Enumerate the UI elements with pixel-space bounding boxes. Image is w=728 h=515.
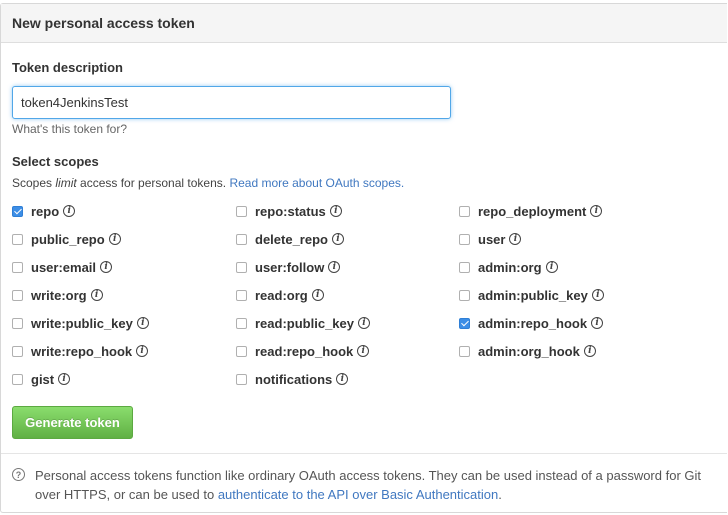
scope-label-gist: gist: [31, 371, 55, 387]
scope-checkbox-write-org[interactable]: [12, 289, 23, 301]
basic-auth-link[interactable]: authenticate to the API over Basic Authe…: [218, 487, 498, 502]
scopes-intro: Scopes limit access for personal tokens.…: [12, 176, 404, 190]
info-icon[interactable]: i: [100, 261, 113, 273]
scope-user-email[interactable]: user:email i: [12, 259, 113, 275]
scope-checkbox-write-public-key[interactable]: [12, 317, 23, 329]
scope-checkbox-write-repo-hook[interactable]: [12, 345, 23, 357]
scope-write-org[interactable]: write:org i: [12, 287, 103, 303]
scopes-intro-text-2: access for personal tokens.: [76, 176, 230, 190]
scope-label-read-repo-hook: read:repo_hook: [255, 343, 354, 359]
scope-delete-repo[interactable]: delete_repo i: [236, 231, 344, 247]
info-icon[interactable]: i: [590, 205, 603, 217]
scope-checkbox-read-public-key[interactable]: [236, 317, 247, 329]
scope-label-delete-repo: delete_repo: [255, 231, 328, 247]
info-icon[interactable]: i: [545, 261, 558, 273]
scope-write-repo-hook[interactable]: write:repo_hook i: [12, 343, 149, 359]
scope-gist[interactable]: gist i: [12, 371, 71, 387]
scope-notifications[interactable]: notifications i: [236, 371, 349, 387]
scope-label-admin-org-hook: admin:org_hook: [478, 343, 580, 359]
scope-public-repo[interactable]: public_repo i: [12, 231, 121, 247]
info-icon[interactable]: i: [328, 261, 341, 273]
scope-user-follow[interactable]: user:follow i: [236, 259, 341, 275]
scope-checkbox-repo[interactable]: [12, 205, 23, 217]
scope-label-notifications: notifications: [255, 371, 333, 387]
scope-checkbox-public-repo[interactable]: [12, 233, 23, 245]
question-circle-icon: ?: [12, 468, 25, 481]
scope-checkbox-admin-repo-hook[interactable]: [459, 317, 470, 329]
scope-checkbox-read-repo-hook[interactable]: [236, 345, 247, 357]
scope-checkbox-repo-status[interactable]: [236, 205, 247, 217]
token-description-label: Token description: [12, 60, 123, 75]
scope-checkbox-user-follow[interactable]: [236, 261, 247, 273]
scope-read-repo-hook[interactable]: read:repo_hook i: [236, 343, 370, 359]
generate-token-button[interactable]: Generate token: [12, 406, 133, 439]
scope-label-admin-repo-hook: admin:repo_hook: [478, 315, 588, 331]
divider: [1, 453, 727, 454]
info-icon[interactable]: i: [509, 233, 522, 245]
scope-label-repo-status: repo:status: [255, 203, 326, 219]
scope-label-user-email: user:email: [31, 259, 97, 275]
scope-checkbox-admin-org[interactable]: [459, 261, 470, 273]
token-description-hint: What's this token for?: [12, 122, 128, 136]
info-icon[interactable]: i: [58, 373, 71, 385]
scope-repo[interactable]: repo i: [12, 203, 76, 219]
scope-admin-org-hook[interactable]: admin:org_hook i: [459, 343, 596, 359]
help-text: Personal access tokens function like ord…: [35, 466, 715, 504]
info-icon[interactable]: i: [311, 289, 324, 301]
scopes-intro-text: Scopes: [12, 176, 56, 190]
scope-checkbox-repo-deployment[interactable]: [459, 205, 470, 217]
page-title: New personal access token: [12, 15, 195, 31]
scope-label-write-public-key: write:public_key: [31, 315, 133, 331]
scope-checkbox-read-org[interactable]: [236, 289, 247, 301]
scope-label-admin-org: admin:org: [478, 259, 542, 275]
info-icon[interactable]: i: [331, 233, 344, 245]
scope-label-write-repo-hook: write:repo_hook: [31, 343, 133, 359]
scope-label-admin-public-key: admin:public_key: [478, 287, 588, 303]
scope-checkbox-user-email[interactable]: [12, 261, 23, 273]
scope-checkbox-gist[interactable]: [12, 373, 23, 385]
scope-label-read-public-key: read:public_key: [255, 315, 354, 331]
info-icon[interactable]: i: [108, 233, 121, 245]
scope-label-repo-deployment: repo_deployment: [478, 203, 587, 219]
token-description-input[interactable]: [12, 86, 451, 119]
scope-checkbox-admin-org-hook[interactable]: [459, 345, 470, 357]
scopes-intro-emphasis: limit: [55, 176, 77, 190]
info-icon[interactable]: i: [357, 345, 370, 357]
scope-admin-repo-hook[interactable]: admin:repo_hook i: [459, 315, 604, 331]
scope-label-repo: repo: [31, 203, 60, 219]
panel-header: New personal access token: [1, 4, 727, 43]
scope-write-public-key[interactable]: write:public_key i: [12, 315, 149, 331]
select-scopes-label: Select scopes: [12, 154, 99, 169]
info-icon[interactable]: i: [90, 289, 103, 301]
scope-repo-status[interactable]: repo:status i: [236, 203, 342, 219]
info-icon[interactable]: i: [136, 345, 149, 357]
scope-checkbox-notifications[interactable]: [236, 373, 247, 385]
token-panel: New personal access token Token descript…: [0, 3, 727, 513]
info-icon[interactable]: i: [336, 373, 349, 385]
scope-checkbox-admin-public-key[interactable]: [459, 289, 470, 301]
info-icon[interactable]: i: [591, 289, 604, 301]
info-icon[interactable]: i: [63, 205, 76, 217]
scope-read-public-key[interactable]: read:public_key i: [236, 315, 370, 331]
scope-label-user: user: [478, 231, 506, 247]
info-icon[interactable]: i: [583, 345, 596, 357]
scope-admin-public-key[interactable]: admin:public_key i: [459, 287, 604, 303]
scope-checkbox-user[interactable]: [459, 233, 470, 245]
scope-label-write-org: write:org: [31, 287, 87, 303]
scope-label-public-repo: public_repo: [31, 231, 105, 247]
scope-read-org[interactable]: read:org i: [236, 287, 324, 303]
scope-user[interactable]: user i: [459, 231, 522, 247]
info-icon[interactable]: i: [329, 205, 342, 217]
scope-admin-org[interactable]: admin:org i: [459, 259, 558, 275]
info-icon[interactable]: i: [358, 317, 370, 329]
oauth-scopes-link[interactable]: Read more about OAuth scopes.: [229, 176, 404, 190]
scope-label-read-org: read:org: [255, 287, 308, 303]
info-icon[interactable]: i: [591, 317, 604, 329]
info-icon[interactable]: i: [136, 317, 149, 329]
scope-repo-deployment[interactable]: repo_deployment i: [459, 203, 603, 219]
scope-label-user-follow: user:follow: [255, 259, 325, 275]
help-text-end: .: [498, 487, 502, 502]
scope-checkbox-delete-repo[interactable]: [236, 233, 247, 245]
